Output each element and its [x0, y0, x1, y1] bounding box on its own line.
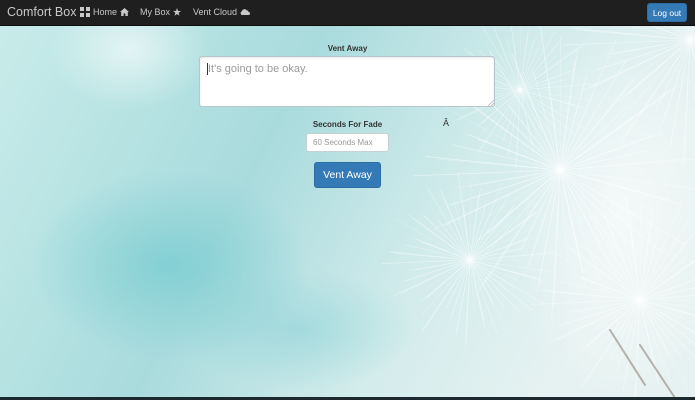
stray-character: Â	[443, 118, 450, 128]
brand-link[interactable]: Comfort Box	[7, 5, 91, 19]
vent-form: Vent Away Seconds For Fade Â Vent Away	[0, 0, 695, 400]
grid-icon	[80, 7, 91, 17]
nav-ventcloud-link[interactable]: Vent Cloud	[193, 7, 251, 17]
nav-mybox-link[interactable]: My Box	[140, 7, 182, 17]
vent-away-button[interactable]: Vent Away	[314, 162, 381, 188]
home-icon	[120, 8, 130, 16]
nav-ventcloud-label: Vent Cloud	[193, 7, 238, 17]
nav-home-link[interactable]: Home	[93, 7, 130, 17]
logout-button[interactable]: Log out	[647, 3, 687, 22]
navbar: Comfort Box Home My Box Vent Cloud Log o…	[0, 0, 695, 26]
vent-title: Vent Away	[327, 44, 368, 53]
nav-home-label: Home	[93, 7, 118, 17]
vent-textarea[interactable]	[199, 56, 495, 107]
seconds-label: Seconds For Fade	[312, 120, 383, 129]
cloud-icon	[240, 9, 251, 15]
star-icon	[173, 8, 182, 16]
nav-mybox-label: My Box	[140, 7, 171, 17]
resize-grip-icon[interactable]	[488, 100, 494, 106]
seconds-input[interactable]	[306, 133, 389, 152]
brand-label: Comfort Box	[7, 5, 77, 19]
text-cursor	[207, 63, 208, 75]
